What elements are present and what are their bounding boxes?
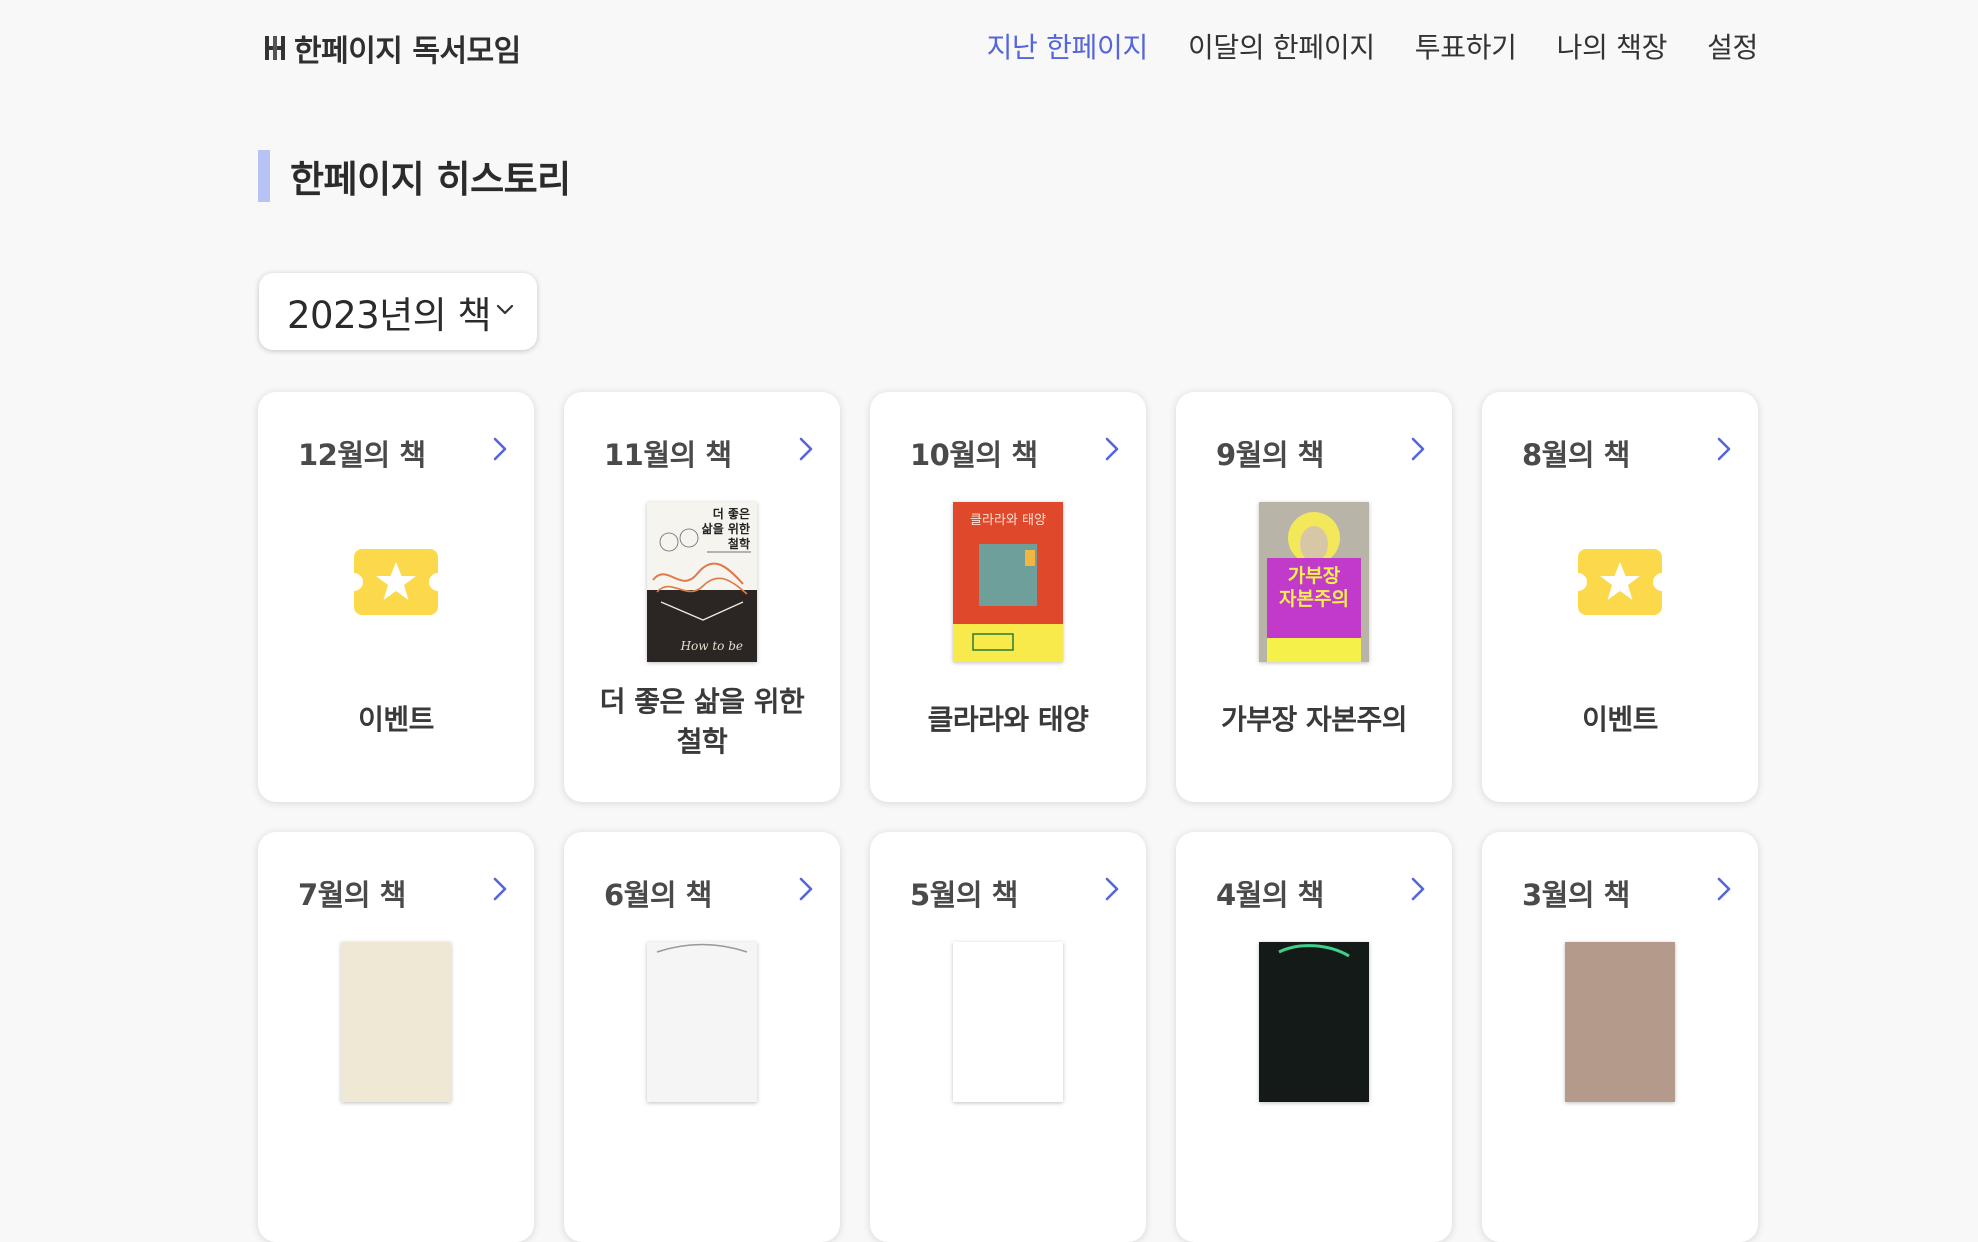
card-month: 12월의 책 bbox=[298, 438, 426, 472]
nav-item-settings[interactable]: 설정 bbox=[1707, 26, 1758, 66]
book-cover-image bbox=[647, 942, 757, 1102]
book-cover-image bbox=[1565, 942, 1675, 1102]
svg-text:철학: 철학 bbox=[728, 536, 750, 551]
svg-text:더 좋은: 더 좋은 bbox=[713, 506, 750, 521]
book-card[interactable]: 3월의 책 bbox=[1482, 832, 1758, 1242]
cover-area: 더 좋은 삶을 위한 철학 How to be bbox=[564, 502, 840, 662]
card-month: 9월의 책 bbox=[1216, 438, 1324, 472]
cover-area bbox=[1176, 942, 1452, 1102]
svg-text:삶을 위한: 삶을 위한 bbox=[702, 521, 750, 536]
chevron-right-icon[interactable] bbox=[1410, 436, 1426, 462]
logo[interactable]: 한페이지 독서모임 bbox=[264, 29, 521, 69]
cover-area bbox=[258, 502, 534, 662]
book-cover-image: 가부장 자본주의 bbox=[1259, 502, 1369, 662]
book-card[interactable]: 10월의 책 클라라와 태양 클라라와 태양 bbox=[870, 392, 1146, 802]
chevron-right-icon[interactable] bbox=[1104, 436, 1120, 462]
card-book-title: 클라라와 태양 bbox=[927, 703, 1089, 736]
book-card[interactable]: 7월의 책 bbox=[258, 832, 534, 1242]
book-cover-image: 클라라와 태양 bbox=[953, 502, 1063, 662]
card-book-title: 더 좋은 삶을 위한 철학 bbox=[599, 685, 805, 758]
chevron-down-icon bbox=[496, 304, 514, 315]
cover-area bbox=[870, 942, 1146, 1102]
book-card[interactable]: 9월의 책 가부장 자본주의 가부장 자본주의 bbox=[1176, 392, 1452, 802]
card-month: 8월의 책 bbox=[1522, 438, 1630, 472]
logo-text: 한페이지 독서모임 bbox=[294, 34, 521, 69]
card-book-title: 가부장 자본주의 bbox=[1220, 703, 1408, 736]
card-month: 7월의 책 bbox=[298, 878, 406, 912]
chevron-right-icon[interactable] bbox=[492, 436, 508, 462]
book-card[interactable]: 11월의 책 더 좋은 삶을 위한 철학 How to be 더 좋은 삶을 위… bbox=[564, 392, 840, 802]
card-book-title: 이벤트 bbox=[1582, 703, 1658, 736]
logo-icon bbox=[265, 36, 285, 60]
main-nav: 지난 한페이지 이달의 한페이지 투표하기 나의 책장 설정 bbox=[987, 26, 1759, 66]
event-ticket-icon bbox=[354, 549, 438, 615]
book-cover-image bbox=[341, 942, 451, 1102]
card-month: 6월의 책 bbox=[604, 878, 712, 912]
book-card[interactable]: 12월의 책 이벤트 bbox=[258, 392, 534, 802]
cover-area bbox=[564, 942, 840, 1102]
card-month: 3월의 책 bbox=[1522, 878, 1630, 912]
chevron-right-icon[interactable] bbox=[1716, 876, 1732, 902]
chevron-right-icon[interactable] bbox=[1104, 876, 1120, 902]
chevron-right-icon[interactable] bbox=[1716, 436, 1732, 462]
page-title-text: 한페이지 히스토리 bbox=[290, 158, 571, 201]
svg-text:가부장: 가부장 bbox=[1288, 565, 1341, 587]
book-cover-image bbox=[953, 942, 1063, 1102]
card-month: 5월의 책 bbox=[910, 878, 1018, 912]
card-month: 11월의 책 bbox=[604, 438, 732, 472]
book-grid: 12월의 책 이벤트 11월의 책 더 좋은 삶을 위한 철학 How to b… bbox=[258, 392, 1758, 1242]
cover-area: 클라라와 태양 bbox=[870, 502, 1146, 662]
book-card[interactable]: 8월의 책 이벤트 bbox=[1482, 392, 1758, 802]
card-book-title: 이벤트 bbox=[358, 703, 434, 736]
top-header: 한페이지 독서모임 지난 한페이지 이달의 한페이지 투표하기 나의 책장 설정 bbox=[258, 0, 1758, 94]
nav-item-my-bookshelf[interactable]: 나의 책장 bbox=[1557, 26, 1668, 66]
cover-area bbox=[258, 942, 534, 1102]
book-cover-image: 더 좋은 삶을 위한 철학 How to be bbox=[647, 502, 757, 662]
chevron-right-icon[interactable] bbox=[798, 436, 814, 462]
card-month: 4월의 책 bbox=[1216, 878, 1324, 912]
book-card[interactable]: 6월의 책 bbox=[564, 832, 840, 1242]
cover-area bbox=[1482, 942, 1758, 1102]
year-select[interactable]: 2023년의 책 bbox=[259, 273, 537, 350]
svg-text:자본주의: 자본주의 bbox=[1279, 588, 1349, 610]
nav-item-this-month[interactable]: 이달의 한페이지 bbox=[1188, 26, 1375, 66]
page-title: 한페이지 히스토리 bbox=[258, 150, 571, 202]
book-cover-image bbox=[1259, 942, 1369, 1102]
chevron-right-icon[interactable] bbox=[1410, 876, 1426, 902]
chevron-right-icon[interactable] bbox=[798, 876, 814, 902]
title-accent-bar bbox=[258, 150, 270, 202]
cover-area bbox=[1482, 502, 1758, 662]
nav-item-history[interactable]: 지난 한페이지 bbox=[987, 26, 1149, 66]
card-month: 10월의 책 bbox=[910, 438, 1038, 472]
cover-area: 가부장 자본주의 bbox=[1176, 502, 1452, 662]
nav-item-vote[interactable]: 투표하기 bbox=[1415, 26, 1517, 66]
book-card[interactable]: 4월의 책 bbox=[1176, 832, 1452, 1242]
year-select-value: 2023년의 책 bbox=[287, 293, 492, 337]
chevron-right-icon[interactable] bbox=[492, 876, 508, 902]
event-ticket-icon bbox=[1578, 549, 1662, 615]
svg-text:클라라와 태양: 클라라와 태양 bbox=[970, 513, 1046, 528]
svg-text:How to be: How to be bbox=[680, 639, 743, 653]
book-card[interactable]: 5월의 책 bbox=[870, 832, 1146, 1242]
